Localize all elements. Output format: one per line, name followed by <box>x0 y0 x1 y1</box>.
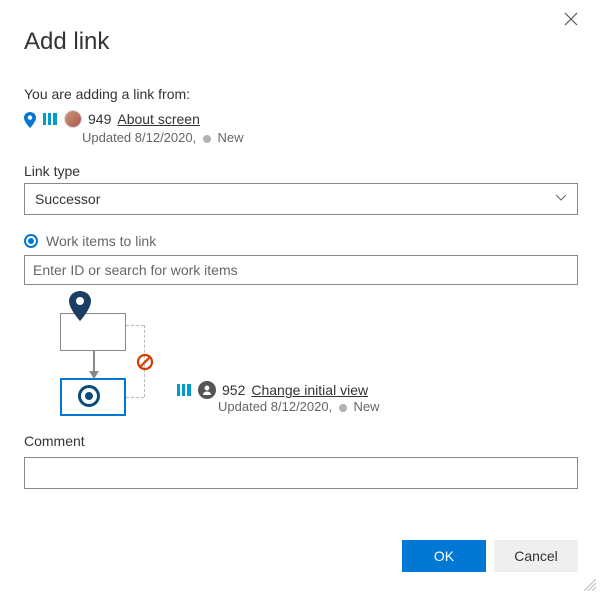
source-id: 949 <box>88 111 111 127</box>
link-type-label: Link type <box>24 163 578 179</box>
linked-updated: Updated 8/12/2020, <box>218 399 332 414</box>
linked-work-item: 952 Change initial view Updated 8/12/202… <box>176 381 379 414</box>
state-dot-icon <box>339 404 347 412</box>
state-dot-icon <box>203 135 211 143</box>
linked-state: New <box>353 399 379 414</box>
link-diagram <box>44 295 164 415</box>
close-icon <box>564 12 578 26</box>
radio-selected-icon[interactable] <box>24 234 38 248</box>
work-items-input[interactable] <box>24 255 578 285</box>
diagram-pin-icon <box>68 291 92 324</box>
cancel-button[interactable]: Cancel <box>494 540 578 572</box>
forbidden-icon <box>136 353 154 374</box>
linked-id: 952 <box>222 382 245 398</box>
source-updated: Updated 8/12/2020, <box>82 130 196 145</box>
comment-label: Comment <box>24 433 578 449</box>
comment-input[interactable] <box>24 457 578 489</box>
pin-icon <box>24 112 36 131</box>
linked-title-link[interactable]: Change initial view <box>251 382 368 398</box>
close-button[interactable] <box>564 12 584 32</box>
source-meta: Updated 8/12/2020, New <box>24 130 578 145</box>
diagram-target-icon <box>78 385 100 407</box>
intro-text: You are adding a link from: <box>24 86 578 102</box>
chevron-down-icon <box>555 191 567 207</box>
source-state: New <box>217 130 243 145</box>
resize-grip-icon[interactable] <box>584 578 596 590</box>
link-type-value: Successor <box>35 191 100 207</box>
epic-icon <box>42 112 58 126</box>
source-title-link[interactable]: About screen <box>117 111 200 127</box>
link-type-select[interactable]: Successor <box>24 183 578 215</box>
source-work-item: 949 About screen <box>24 110 578 128</box>
epic-icon <box>176 383 192 397</box>
assignee-avatar <box>64 110 82 128</box>
work-items-label: Work items to link <box>46 233 156 249</box>
dialog-title: Add link <box>24 28 578 56</box>
ok-button[interactable]: OK <box>402 540 486 572</box>
unassigned-avatar <box>198 381 216 399</box>
work-items-section: Work items to link <box>24 233 578 249</box>
